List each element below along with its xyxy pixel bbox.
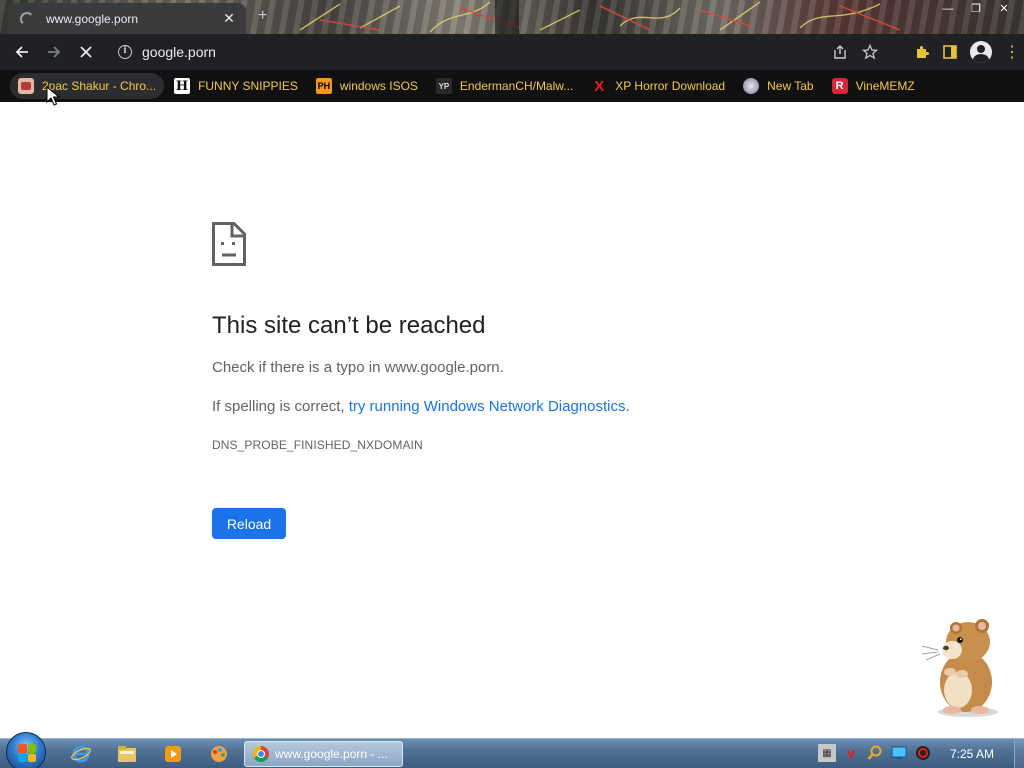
system-tray: ▦ v: [818, 744, 932, 762]
show-desktop-button[interactable]: [1014, 739, 1024, 768]
taskbar-chrome-label: www.google.porn - ...: [275, 747, 388, 761]
stop-loading-button[interactable]: [70, 36, 102, 68]
extensions-puzzle-icon[interactable]: [914, 44, 930, 60]
globe-icon: [743, 78, 760, 94]
bookmark-vinememz[interactable]: R VineMEMZ: [824, 73, 923, 99]
bookmark-label: FUNNY SNIPPIES: [198, 79, 298, 93]
side-panel-icon[interactable]: [942, 44, 958, 60]
minimize-button[interactable]: —: [934, 0, 962, 18]
share-icon[interactable]: [832, 44, 848, 60]
sad-document-icon: [212, 222, 246, 266]
windows-logo-icon: [18, 744, 36, 762]
h-icon: H: [174, 78, 191, 94]
bookmark-windows-isos[interactable]: PH windows ISOS: [308, 73, 426, 99]
mouse-cursor-icon: [46, 86, 60, 106]
taskbar-chrome-window[interactable]: www.google.porn - ...: [244, 741, 403, 767]
bookmark-label: New Tab: [767, 79, 814, 93]
file-explorer-icon[interactable]: [116, 743, 138, 765]
media-player-icon[interactable]: [162, 743, 184, 765]
address-bar-url[interactable]: google.porn: [142, 44, 216, 60]
x-icon: X: [594, 77, 605, 95]
theme-background-art: [299, 0, 901, 34]
tray-app-icon[interactable]: ▦: [818, 744, 836, 762]
bookmark-new-tab[interactable]: New Tab: [735, 73, 821, 99]
windows-taskbar: www.google.porn - ... ▦ v 7:25 AM: [0, 732, 1024, 768]
address-bar[interactable]: i google.porn: [108, 38, 884, 66]
bookmark-label: XP Horror Download: [615, 79, 726, 93]
ph-icon: PH: [315, 78, 332, 94]
tab-title: www.google.porn: [46, 11, 139, 26]
yp-icon: YP: [435, 78, 452, 94]
profile-avatar-icon[interactable]: [970, 41, 992, 63]
tray-search-icon[interactable]: [866, 744, 884, 762]
tray-network-icon[interactable]: [890, 744, 908, 762]
network-diagnostics-link[interactable]: try running Windows Network Diagnostics: [349, 398, 626, 415]
2pac-icon: [18, 78, 34, 94]
tray-v-icon[interactable]: v: [842, 744, 860, 762]
error-suggestion-diagnostics: If spelling is correct, try running Wind…: [212, 398, 630, 415]
maximize-button[interactable]: ❐: [962, 0, 990, 18]
diagnostics-prefix: If spelling is correct,: [212, 398, 349, 415]
browser-tab-active[interactable]: www.google.porn ✕: [8, 3, 246, 34]
new-tab-button[interactable]: +: [258, 7, 267, 25]
bookmark-label: VineMEMZ: [855, 79, 915, 93]
tray-volume-icon[interactable]: [914, 744, 932, 762]
r-icon: R: [831, 78, 848, 94]
reload-button[interactable]: Reload: [212, 508, 286, 539]
bookmarks-bar: 2pac Shakur - Chro... H FUNNY SNIPPIES P…: [0, 70, 1024, 102]
error-page: This site can’t be reached Check if ther…: [0, 102, 1024, 738]
chrome-icon: [253, 746, 269, 762]
paint-app-icon[interactable]: [208, 743, 230, 765]
bookmark-label: EndermanCH/Malw...: [459, 79, 574, 93]
back-button[interactable]: [6, 36, 38, 68]
chrome-titlebar: www.google.porn ✕ + — ❐ ✕: [0, 0, 1024, 34]
star-bookmark-icon[interactable]: [862, 44, 878, 60]
menu-kebab-icon[interactable]: ⋮: [1004, 42, 1020, 62]
forward-button[interactable]: [38, 36, 70, 68]
hamster-desktop-pet[interactable]: [916, 612, 1008, 720]
arrow-right-icon: [48, 46, 61, 58]
start-button[interactable]: [6, 732, 46, 768]
bookmark-xp-horror[interactable]: X XP Horror Download: [583, 73, 733, 99]
close-window-button[interactable]: ✕: [990, 0, 1018, 18]
arrow-left-icon: [15, 46, 28, 58]
error-code: DNS_PROBE_FINISHED_NXDOMAIN: [212, 438, 423, 452]
taskbar-clock[interactable]: 7:25 AM: [950, 747, 994, 761]
close-icon: [80, 46, 92, 58]
error-suggestion-typo: Check if there is a typo in www.google.p…: [212, 359, 504, 376]
diagnostics-suffix: .: [625, 398, 630, 415]
desktop: www.google.porn ✕ + — ❐ ✕ i google.porn: [0, 0, 1024, 768]
bookmark-label: windows ISOS: [339, 79, 418, 93]
bookmark-funny-snippies[interactable]: H FUNNY SNIPPIES: [166, 73, 306, 99]
toolbar-right: ⋮: [914, 34, 1020, 70]
internet-explorer-icon[interactable]: [70, 743, 92, 765]
bookmark-2pac[interactable]: 2pac Shakur - Chro...: [10, 73, 165, 99]
error-title: This site can’t be reached: [212, 312, 486, 339]
window-controls: — ❐ ✕: [934, 0, 1018, 18]
bookmark-endermanch[interactable]: YP EndermanCH/Malw...: [428, 73, 581, 99]
tab-close-icon[interactable]: ✕: [218, 10, 240, 27]
browser-toolbar: i google.porn ⋮: [0, 34, 1024, 70]
address-bar-actions: [832, 38, 878, 66]
loading-spinner-icon: [20, 11, 34, 26]
info-icon[interactable]: i: [118, 45, 132, 59]
